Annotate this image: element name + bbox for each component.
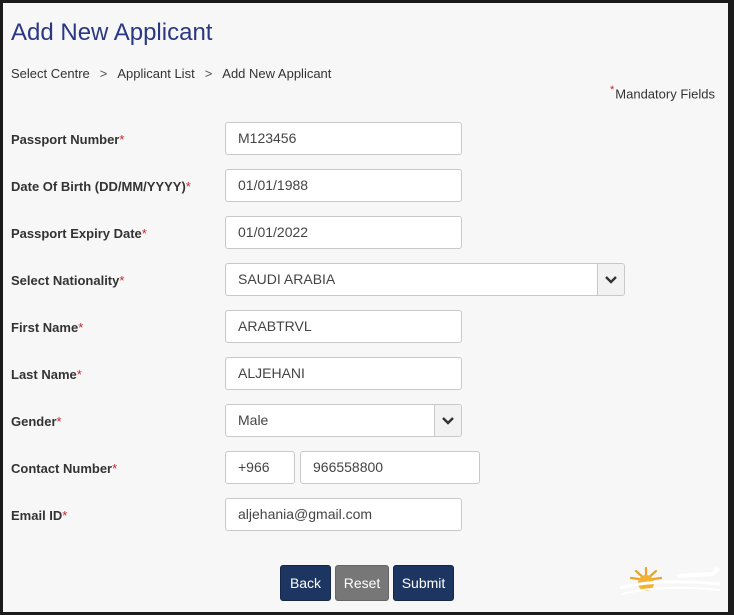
gender-selected-value: Male (238, 412, 269, 428)
passport-expiry-input[interactable]: 01/01/2022 (225, 216, 462, 249)
email-input[interactable]: aljehania@gmail.com (225, 498, 462, 531)
back-button[interactable]: Back (280, 565, 331, 601)
required-marker: * (112, 461, 118, 476)
required-marker: * (119, 132, 125, 147)
passport-number-label: Passport Number* (11, 124, 124, 156)
passport-expiry-label: Passport Expiry Date* (11, 218, 147, 250)
first-name-input[interactable]: ARABTRVL (225, 310, 462, 343)
passport-number-input[interactable]: M123456 (225, 122, 462, 155)
contact-number-input[interactable]: 966558800 (300, 451, 480, 484)
gender-dropdown-button[interactable] (434, 405, 461, 436)
passport-expiry-label-text: Passport Expiry Date (11, 226, 142, 241)
last-name-label-text: Last Name (11, 367, 77, 382)
gender-label-text: Gender (11, 414, 57, 429)
required-marker: * (141, 226, 147, 241)
chevron-down-icon (442, 416, 454, 425)
date-of-birth-label-text: Date Of Birth (DD/MM/YYYY) (11, 179, 186, 194)
country-code-input[interactable]: +966 (225, 451, 295, 484)
first-name-label: First Name* (11, 312, 83, 344)
page-title: Add New Applicant (11, 19, 213, 46)
required-marker: * (56, 414, 62, 429)
chevron-down-icon (605, 275, 617, 284)
email-label-text: Email ID (11, 508, 63, 523)
mandatory-fields-text: Mandatory Fields (615, 86, 715, 102)
sun-logo-icon (619, 566, 721, 595)
contact-number-label-text: Contact Number (11, 461, 113, 476)
nationality-selected-value: SAUDI ARABIA (238, 271, 336, 287)
breadcrumb-separator: > (204, 66, 213, 81)
breadcrumb-current-page: Add New Applicant (222, 66, 332, 81)
gender-select[interactable]: Male (225, 404, 462, 437)
first-name-label-text: First Name (11, 320, 79, 335)
mandatory-fields-note: *Mandatory Fields (610, 84, 715, 101)
nationality-select[interactable]: SAUDI ARABIA (225, 263, 625, 296)
nationality-dropdown-button[interactable] (597, 264, 624, 295)
breadcrumb-separator: > (99, 66, 108, 81)
passport-number-label-text: Passport Number (11, 132, 120, 147)
required-marker: * (119, 273, 125, 288)
required-marker: * (610, 84, 615, 96)
submit-button[interactable]: Submit (393, 565, 454, 601)
required-marker: * (78, 320, 84, 335)
contact-number-label: Contact Number* (11, 453, 117, 485)
date-of-birth-input[interactable]: 01/01/1988 (225, 169, 462, 202)
breadcrumb: Select Centre > Applicant List > Add New App… (11, 66, 331, 81)
reset-button[interactable]: Reset (335, 565, 389, 601)
add-applicant-panel: Add New Applicant Select Centre > Applican… (3, 3, 728, 612)
last-name-input[interactable]: ALJEHANI (225, 357, 462, 390)
breadcrumb-applicant-list[interactable]: Applicant List (117, 66, 194, 81)
nationality-label-text: Select Nationality (11, 273, 120, 288)
gender-label: Gender* (11, 406, 62, 438)
last-name-label: Last Name* (11, 359, 82, 391)
required-marker: * (76, 367, 82, 382)
required-marker: * (185, 179, 191, 194)
required-marker: * (62, 508, 68, 523)
nationality-label: Select Nationality* (11, 265, 124, 297)
email-label: Email ID* (11, 500, 67, 532)
breadcrumb-select-centre[interactable]: Select Centre (11, 66, 90, 81)
date-of-birth-label: Date Of Birth (DD/MM/YYYY)* (11, 171, 191, 203)
